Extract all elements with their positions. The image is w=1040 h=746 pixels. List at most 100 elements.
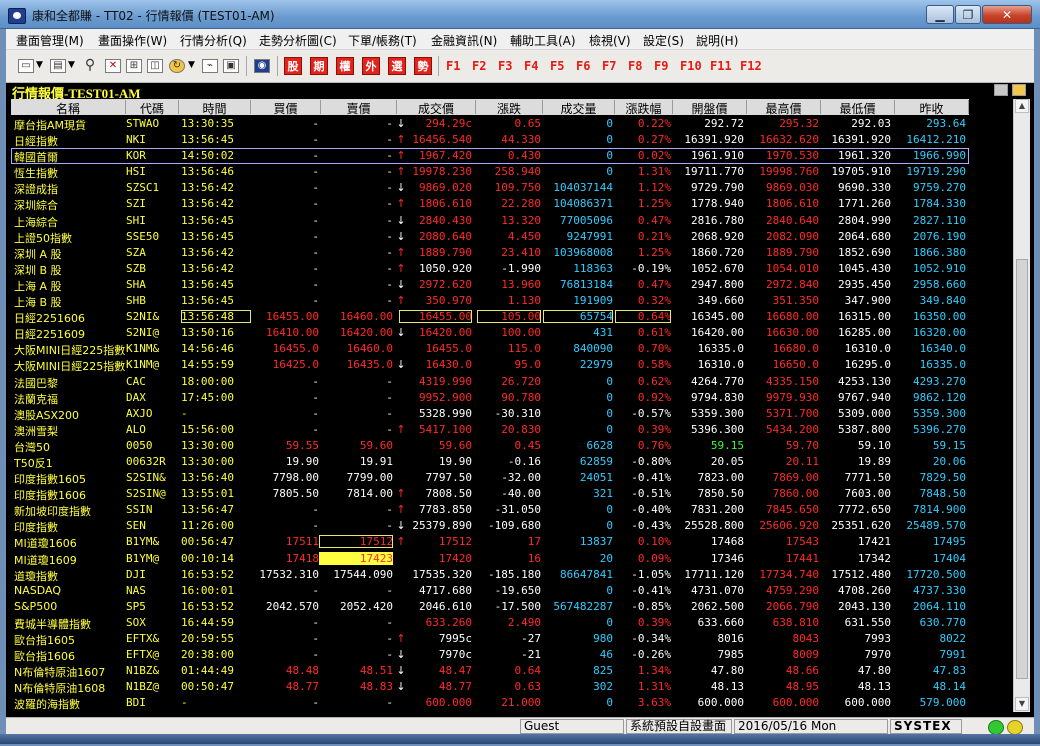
table-row[interactable]: 歐台指1606 EFTX@ 20:38:00- - ↓ 7970c -21 46 -0.26% 7…	[11, 647, 969, 663]
table-row[interactable]: N布倫特原油1607 N1BZ& 01:44:49 48.48 48.51 ↓ 48.47 0…	[11, 663, 969, 679]
table-row[interactable]: 道瓊指數 DJI 16:53:52 17532.310 17544.090 17535.3…	[11, 567, 969, 583]
table-row[interactable]: 歐台指1605 EFTX& 20:59:55- - ↑ 7995c -27 980 -0.34%…	[11, 631, 969, 647]
trend-button[interactable]: 勢	[414, 57, 432, 75]
link-icon[interactable]: ⌁	[202, 59, 218, 73]
table-row[interactable]: S&P500 SP5 16:53:52 2042.570 2052.420 2046.61…	[11, 599, 969, 615]
futures-button[interactable]: 期	[310, 57, 328, 75]
restore-panel-icon[interactable]	[994, 84, 1008, 96]
table-row[interactable]: 深圳 A 股 SZA 13:56:42- - ↑ 1889.790 23.410 103968…	[11, 245, 969, 261]
menu-quote-analysis[interactable]: 行情分析(Q)	[180, 32, 247, 49]
table-row[interactable]: 印度指數 SEN 11:26:00- - ↓ 25379.890 -109.680 0 -0.4…	[11, 518, 969, 534]
table-row[interactable]: 法蘭克福 DAX 17:45:00 - - 9952.900 90.780 0 0.92% 979…	[11, 390, 969, 406]
f6-key[interactable]: F6	[576, 59, 590, 73]
col-bid[interactable]: 買價	[251, 100, 321, 116]
col-prev-close[interactable]: 昨收	[895, 100, 969, 116]
close-button[interactable]: ✕	[982, 5, 1032, 24]
table-row[interactable]: 上海綜合 SHI 13:56:45- - ↓ 2840.430 13.320 77005096…	[11, 213, 969, 229]
table-row[interactable]: 上海 B 股 SHB 13:56:45- - ↑ 350.970 1.130 191909 0.…	[11, 293, 969, 309]
f1-key[interactable]: F1	[446, 59, 460, 73]
f8-key[interactable]: F8	[628, 59, 642, 73]
table-row[interactable]: NASDAQ NAS 16:00:01 - - 4717.680 -19.650 0 -0.41…	[11, 583, 969, 599]
refresh-icon[interactable]: ↻	[169, 59, 185, 73]
table-row[interactable]: N布倫特原油1608 N1BZ@ 00:50:47 48.77 48.83 ↓ 48.77 0…	[11, 679, 969, 695]
dropdown-arrow-icon[interactable]: ▼	[68, 60, 75, 70]
table-row[interactable]: T50反1 00632R 13:30:00 19.90 19.91 19.90 -0.16 6…	[11, 454, 969, 470]
foreign-button[interactable]: 外	[362, 57, 380, 75]
scroll-down-icon[interactable]: ▼	[1015, 697, 1029, 711]
table-row[interactable]: 日經指數 NKI 13:56:45- - ↑ 16456.540 44.330 0 0.27% 1…	[11, 132, 969, 148]
col-last[interactable]: 成交價	[397, 100, 476, 116]
f5-key[interactable]: F5	[550, 59, 564, 73]
table-row[interactable]: 波羅的海指數 BDI - - - 600.000 21.000 0 3.63% 600.000 60…	[11, 695, 969, 711]
menu-trend-chart[interactable]: 走勢分析圖(C)	[259, 32, 337, 49]
dropdown-arrow-icon[interactable]: ▼	[36, 60, 43, 70]
col-ask[interactable]: 賣價	[321, 100, 397, 116]
col-name[interactable]: 名稱	[11, 100, 126, 116]
minimize-button[interactable]: ▁	[926, 5, 954, 24]
grid-icon[interactable]: ⊞	[126, 59, 142, 73]
f4-key[interactable]: F4	[524, 59, 538, 73]
panel-settings-icon[interactable]	[1012, 84, 1026, 96]
table-row[interactable]: 大阪MINI日經225指數 K1NM& 14:56:46 16455.0 16460.0…	[11, 341, 969, 357]
dropdown-arrow-icon[interactable]: ▼	[188, 60, 195, 70]
menu-finance-info[interactable]: 金融資訊(N)	[431, 32, 497, 49]
f12-key[interactable]: F12	[740, 59, 762, 73]
screen-icon[interactable]: ▭	[18, 59, 34, 73]
f2-key[interactable]: F2	[472, 59, 486, 73]
menu-view[interactable]: 檢視(V)	[589, 32, 631, 49]
search-icon[interactable]: ⚲	[82, 58, 98, 73]
select-button[interactable]: 選	[388, 57, 406, 75]
table-row[interactable]: 恆生指數 HSI 13:56:46- - ↑ 19978.230 258.940 0 1.31%…	[11, 164, 969, 180]
col-code[interactable]: 代碼	[126, 100, 179, 116]
window-icon[interactable]: ▤	[50, 59, 66, 73]
menu-tools[interactable]: 輔助工具(A)	[510, 32, 576, 49]
col-change[interactable]: 漲跌	[476, 100, 543, 116]
menu-settings[interactable]: 設定(S)	[643, 32, 684, 49]
f7-key[interactable]: F7	[602, 59, 616, 73]
f9-key[interactable]: F9	[654, 59, 668, 73]
menu-screen-manage[interactable]: 畫面管理(M)	[16, 32, 84, 49]
table-row[interactable]: 費城半導體指數 SOX 16:44:59 - - 633.260 2.490 0 0.39% 63…	[11, 615, 969, 631]
table-row[interactable]: 深證成指 SZSC1 13:56:42- - ↓ 9869.020 109.750 10403…	[11, 180, 969, 196]
menu-order-account[interactable]: 下單/帳務(T)	[348, 32, 417, 49]
maximize-button[interactable]: ❐	[955, 5, 981, 24]
table-row[interactable]: 深圳 B 股 SZB 13:56:42- - ↑ 1050.920 -1.990 118363…	[11, 261, 969, 277]
table-row[interactable]: 摩台指AM現貨 STWAO 13:30:35- - ↓ 294.29c 0.65 0 0.22%…	[11, 116, 969, 132]
scroll-up-icon[interactable]: ▲	[1015, 99, 1029, 113]
table-row[interactable]: 深圳綜合 SZI 13:56:42- - ↑ 1806.610 22.280 10408637…	[11, 196, 969, 212]
col-volume[interactable]: 成交量	[543, 100, 615, 116]
table-row[interactable]: MI道瓊1606 B1YM& 00:56:47 17511 17512 ↑ 17512 17 1…	[11, 534, 969, 550]
table-row[interactable]: 台灣50 0050 13:30:00 59.55 59.60 59.60 0.45 6628 0…	[11, 438, 969, 454]
table-row[interactable]: 日經2251606 S2NI& 13:56:48 16455.00 16460.00 16…	[11, 309, 969, 325]
options-button[interactable]: 權	[336, 57, 354, 75]
table-row[interactable]: 上證50指數 SSE50 13:56:45- - ↓ 2080.640 4.450 92479…	[11, 229, 969, 245]
col-percent[interactable]: 漲跌幅	[615, 100, 673, 116]
table-row[interactable]: 澳洲雪梨 ALO 15:56:00- - ↑ 5417.100 20.830 0 0.39% 53…	[11, 422, 969, 438]
scroll-thumb[interactable]	[1016, 259, 1028, 679]
tile-icon[interactable]: ◫	[147, 59, 163, 73]
logo-icon[interactable]: ◉	[254, 59, 270, 73]
close-window-icon[interactable]: ✕	[105, 59, 121, 73]
menu-help[interactable]: 說明(H)	[696, 32, 738, 49]
stock-button[interactable]: 股	[284, 57, 302, 75]
table-row[interactable]: 印度指數1606 S2SIN@ 13:55:01 7805.50 7814.00 ↑ 780…	[11, 486, 969, 502]
vertical-scrollbar[interactable]: ▲ ▼	[1013, 99, 1030, 712]
col-high[interactable]: 最高價	[747, 100, 821, 116]
col-low[interactable]: 最低價	[821, 100, 895, 116]
col-open[interactable]: 開盤價	[673, 100, 747, 116]
table-row[interactable]: 澳股ASX200 AXJO - - - 5328.990 -30.310 0 -0.57% 535…	[11, 406, 969, 422]
table-row[interactable]: 新加坡印度指數 SSIN 13:56:47- - ↑ 7783.850 -31.050 0 -0…	[11, 502, 969, 518]
col-time[interactable]: 時間	[179, 100, 251, 116]
table-row[interactable]: 印度指數1605 S2SIN& 13:56:40 7798.00 7799.00 7797…	[11, 470, 969, 486]
f11-key[interactable]: F11	[710, 59, 732, 73]
table-row[interactable]: 日經2251609 S2NI@ 13:50:16 16410.00 16420.00 ↓ 1…	[11, 325, 969, 341]
menu-screen-operate[interactable]: 畫面操作(W)	[98, 32, 167, 49]
table-row[interactable]: 法國巴黎 CAC 18:00:00 - - 4319.990 26.720 0 0.62% 426…	[11, 374, 969, 390]
f3-key[interactable]: F3	[498, 59, 512, 73]
table-row[interactable]: MI道瓊1609 B1YM@ 00:10:14 17418 17423 17420 16 20…	[11, 551, 969, 567]
f10-key[interactable]: F10	[680, 59, 702, 73]
chart-icon[interactable]: ▣	[223, 59, 239, 73]
table-row[interactable]: 上海 A 股 SHA 13:56:45- - ↓ 2972.620 13.960 768131…	[11, 277, 969, 293]
table-row[interactable]: 韓國首爾 KOR 14:50:02- - ↑ 1967.420 0.430 0 0.02% 196…	[11, 148, 969, 165]
table-row[interactable]: 大阪MINI日經225指數 K1NM@ 14:55:59 16425.0 16435.0…	[11, 357, 969, 373]
